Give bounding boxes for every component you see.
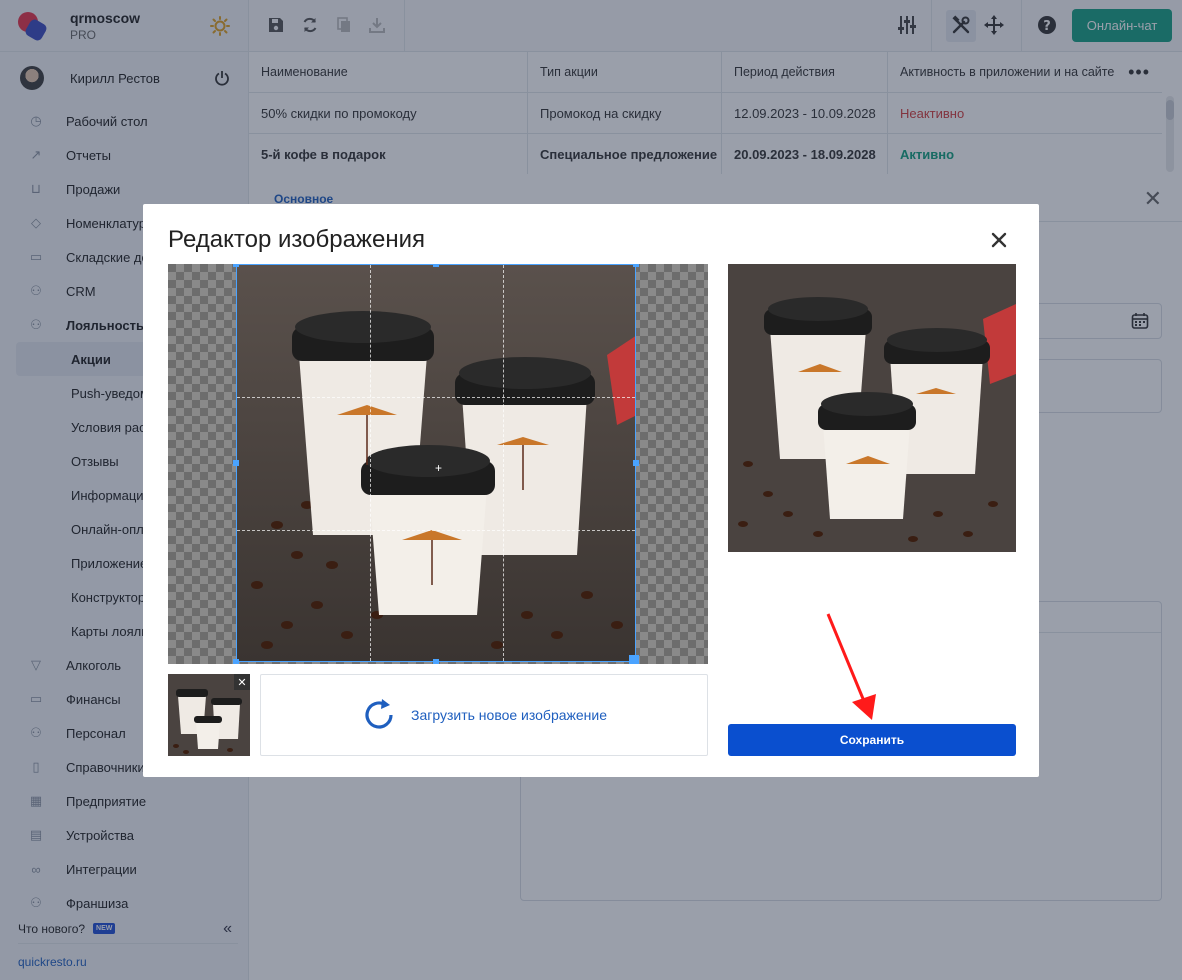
crop-selection[interactable]: + <box>236 264 636 662</box>
crop-canvas[interactable]: + <box>168 264 708 664</box>
crop-handle[interactable] <box>633 460 639 466</box>
crop-handle[interactable] <box>433 659 439 664</box>
upload-new-image-button[interactable]: Загрузить новое изображение <box>260 674 708 756</box>
crop-handle[interactable] <box>633 264 639 267</box>
close-icon[interactable] <box>989 230 1009 250</box>
crop-resize-handle[interactable] <box>629 655 639 664</box>
save-button[interactable]: Сохранить <box>728 724 1016 756</box>
image-editor-modal: Редактор изображения + ✕ Загрузить новое… <box>143 204 1039 777</box>
crop-handle[interactable] <box>233 659 239 664</box>
crop-handle[interactable] <box>233 460 239 466</box>
upload-label: Загрузить новое изображение <box>410 707 608 723</box>
reload-icon <box>365 699 393 729</box>
image-preview <box>728 264 1016 552</box>
remove-image-icon[interactable]: ✕ <box>234 674 250 690</box>
annotation-arrow-icon <box>826 613 876 720</box>
crop-handle[interactable] <box>433 264 439 267</box>
crosshair-icon: + <box>435 461 443 475</box>
preview-photo <box>728 264 1016 552</box>
image-thumbnail[interactable]: ✕ <box>168 674 250 756</box>
modal-title: Редактор изображения <box>168 226 425 253</box>
crop-handle[interactable] <box>233 264 239 267</box>
